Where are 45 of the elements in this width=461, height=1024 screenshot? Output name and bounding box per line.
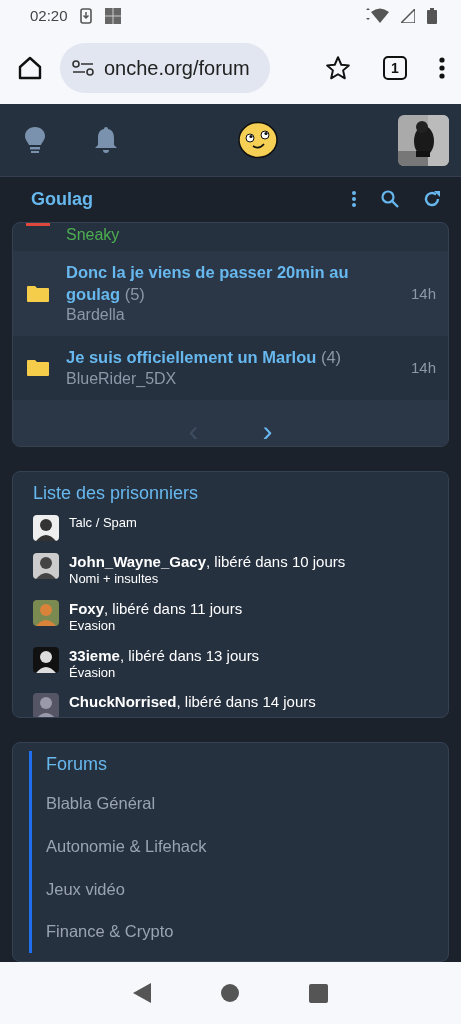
topic-author[interactable]: BlueRider_5DX — [66, 368, 342, 390]
recents-icon[interactable] — [309, 983, 328, 1003]
folder-icon — [26, 284, 50, 303]
menu-icon[interactable] — [439, 56, 445, 80]
lightbulb-icon[interactable] — [24, 126, 46, 154]
prisoner-line[interactable]: Foxy, libéré dans 11 jours — [69, 599, 243, 618]
prisoner-line[interactable]: John_Wayne_Gacy, libéré dans 10 jours — [69, 552, 346, 571]
clock: 02:20 — [30, 5, 68, 26]
folder-icon — [26, 359, 50, 378]
more-options-icon[interactable] — [351, 190, 357, 209]
download-icon — [79, 8, 92, 24]
next-page-button[interactable]: › — [254, 416, 281, 446]
ban-reason: Nomi + insultes — [69, 570, 160, 588]
smiley-logo[interactable] — [238, 121, 278, 159]
signal-icon — [401, 9, 415, 23]
home-icon[interactable] — [221, 984, 239, 1002]
ban-reason: Evasion — [69, 617, 117, 635]
address-bar[interactable]: onche.org/forum — [60, 43, 270, 93]
status-mark — [26, 222, 50, 226]
panel-title: Liste des prisonniers — [33, 481, 200, 505]
ban-reason: Évasion — [69, 664, 117, 682]
bell-icon[interactable] — [94, 126, 118, 154]
forum-link[interactable]: Finance & Crypto — [46, 910, 432, 953]
topic-title[interactable]: Je suis officiellement un Marlou (4) — [66, 347, 342, 369]
topic-title[interactable]: Donc la je viens de passer 20min au goulag (5) — [66, 262, 395, 305]
topic-time: 14h — [410, 283, 436, 304]
prisoner-line[interactable]: 33ieme, libéré dans 13 jours — [69, 646, 260, 665]
topic-author: Sneaky — [66, 224, 120, 245]
forum-link[interactable]: Autonomie & Lifehack — [46, 824, 432, 868]
image-icon — [103, 7, 122, 25]
topic-time: 14h — [410, 358, 436, 379]
panel-title: Forums — [46, 753, 108, 776]
refresh-icon[interactable] — [423, 190, 441, 209]
prisoner-line[interactable]: ChuckNorrised, libéré dans 14 jours — [69, 693, 316, 712]
home-icon[interactable] — [16, 54, 44, 82]
topic-author[interactable]: Bardella — [66, 305, 395, 326]
forum-link[interactable]: Jeux vidéo — [46, 867, 432, 911]
ban-reason: Talc / Spam — [69, 514, 137, 532]
battery-icon — [427, 8, 437, 24]
section-title: Goulag — [31, 187, 93, 211]
back-icon[interactable] — [133, 983, 151, 1003]
star-icon[interactable] — [325, 55, 351, 81]
tab-count-button[interactable]: 1 — [383, 56, 407, 80]
forum-link[interactable]: Blabla Général — [46, 782, 432, 825]
search-icon[interactable] — [381, 190, 399, 209]
